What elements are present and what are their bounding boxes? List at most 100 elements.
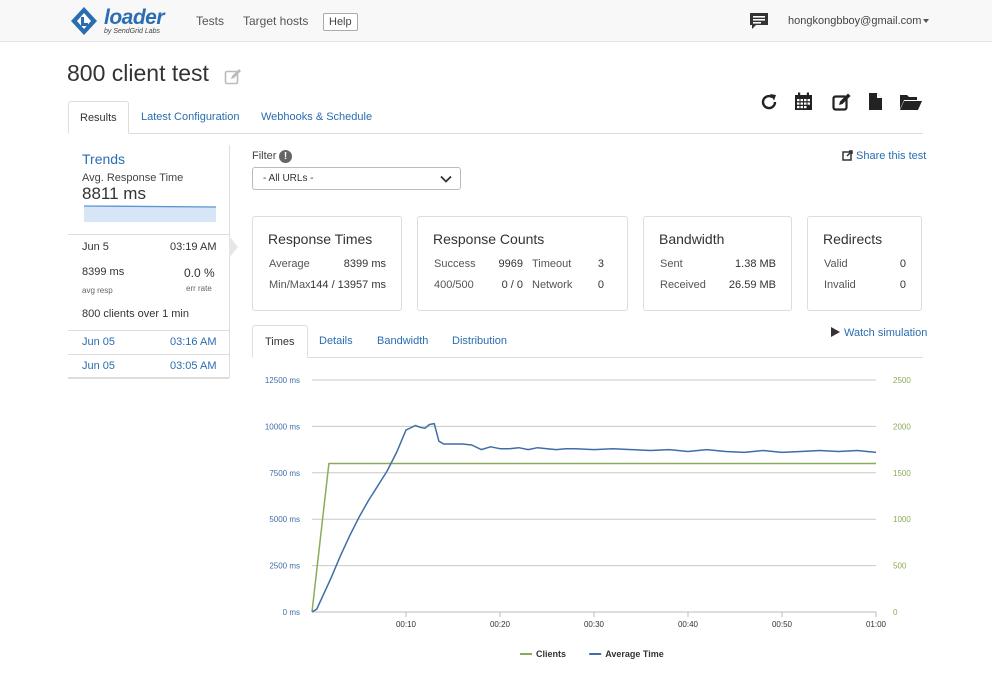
- nav-target-hosts[interactable]: Target hosts: [243, 14, 308, 28]
- stat-value: 0 / 0: [501, 279, 523, 291]
- y-left-tick-label: 0 ms: [283, 608, 300, 617]
- x-tick-label: 01:00: [866, 620, 887, 629]
- bandwidth-box: Bandwidth Sent 1.38 MB Received 26.59 MB: [643, 216, 792, 311]
- stat-label: 400/500: [434, 279, 474, 291]
- stat-value: 0: [899, 258, 906, 270]
- tab-latest-configuration[interactable]: Latest Configuration: [130, 101, 250, 134]
- run-time: 03:16 AM: [170, 336, 217, 348]
- trends-subtitle: Avg. Response Time: [82, 172, 184, 184]
- loader-logo-icon: [71, 7, 97, 35]
- trend-sparkline: [84, 205, 216, 222]
- url-filter-value: - All URLs -: [263, 173, 314, 184]
- brand-subtitle: by SendGrid Labs: [104, 28, 161, 35]
- legend-label: Average Time: [605, 649, 664, 659]
- chevron-down-icon: [923, 19, 930, 24]
- chart-tabs: Times Details Bandwidth Distribution: [252, 325, 923, 358]
- tab-results[interactable]: Results: [68, 101, 129, 134]
- info-icon[interactable]: !: [279, 150, 292, 163]
- tab-distribution[interactable]: Distribution: [440, 325, 519, 358]
- y-left-tick-label: 7500 ms: [269, 469, 300, 478]
- y-left-tick-label: 2500 ms: [269, 562, 300, 571]
- run-date: Jun 05: [82, 360, 116, 372]
- y-right-tick-label: 1000: [893, 515, 911, 524]
- redirects-title: Redirects: [823, 231, 883, 247]
- x-tick-label: 00:40: [678, 620, 699, 629]
- stat-value: 0: [597, 279, 604, 291]
- stat-value: 0: [899, 279, 906, 291]
- response-times-box: Response Times Average 8399 ms Min/Max 1…: [252, 216, 402, 311]
- series-line-clients: [311, 462, 876, 613]
- response-counts-box: Response Counts Success 9969 Timeout 3 4…: [417, 216, 628, 311]
- filter-label: Filter: [252, 150, 277, 162]
- trends-value: 8811 ms: [82, 184, 146, 203]
- stat-label: Invalid: [824, 279, 856, 291]
- response-times-title: Response Times: [268, 231, 373, 247]
- stat-label: Min/Max: [269, 279, 311, 291]
- response-counts-title: Response Counts: [433, 231, 545, 247]
- y-right-tick-label: 1500: [893, 469, 911, 478]
- run-summary: 800 clients over 1 min: [82, 308, 189, 320]
- stat-value: 9969: [498, 258, 523, 270]
- tab-webhooks-schedule[interactable]: Webhooks & Schedule: [250, 101, 383, 134]
- tab-details[interactable]: Details: [307, 325, 365, 358]
- chevron-down-icon: [440, 175, 452, 183]
- page-title: 800 client test: [67, 60, 209, 86]
- y-left-tick-label: 5000 ms: [269, 515, 300, 524]
- response-time-chart: 0 ms 0 2500 ms 500 5000 ms 1000 7500 ms 1500 100…: [265, 376, 911, 659]
- avg-resp-label: avg resp: [82, 286, 113, 295]
- avg-resp-value: 8399 ms: [82, 266, 125, 278]
- run-time: 03:19 AM: [170, 241, 217, 253]
- run-time: 03:05 AM: [170, 360, 217, 372]
- tab-bandwidth[interactable]: Bandwidth: [365, 325, 440, 358]
- run-item[interactable]: Jun 05 03:05 AM: [68, 355, 229, 379]
- run-item[interactable]: Jun 05 03:16 AM: [68, 331, 229, 355]
- stat-label: Network: [532, 279, 573, 291]
- stat-label: Sent: [660, 258, 683, 270]
- stat-value: 8399 ms: [343, 258, 386, 270]
- share-icon: [842, 150, 853, 161]
- run-date: Jun 5: [82, 241, 109, 253]
- bandwidth-title: Bandwidth: [659, 231, 725, 247]
- err-rate-label: err rate: [186, 284, 212, 293]
- trends-title[interactable]: Trends: [82, 151, 125, 167]
- url-filter-select[interactable]: - All URLs -: [252, 167, 461, 190]
- x-tick-label: 00:10: [396, 620, 417, 629]
- x-tick-label: 00:50: [772, 620, 793, 629]
- x-tick-label: 00:30: [584, 620, 605, 629]
- y-right-tick-label: 2500: [893, 376, 911, 385]
- y-left-tick-label: 10000 ms: [265, 422, 300, 431]
- run-item-active[interactable]: Jun 5 03:19 AM 8399 ms avg resp 0.0 % er…: [68, 234, 246, 331]
- selection-arrow: [229, 236, 246, 269]
- y-left-tick-label: 12500 ms: [265, 376, 300, 385]
- y-right-tick-label: 0: [893, 608, 898, 617]
- edit-title-icon[interactable]: [224, 68, 242, 86]
- stat-label: Success: [434, 258, 476, 270]
- main-tabs: Results Latest Configuration Webhooks & …: [68, 101, 923, 134]
- redirects-box: Redirects Valid 0 Invalid 0: [807, 216, 922, 311]
- help-button[interactable]: Help: [323, 13, 358, 31]
- nav-tests[interactable]: Tests: [196, 14, 224, 28]
- legend-label: Clients: [536, 649, 566, 659]
- run-date: Jun 05: [82, 336, 116, 348]
- stat-label: Valid: [824, 258, 848, 270]
- series-line-average-time: [311, 422, 877, 613]
- err-rate-value: 0.0 %: [184, 266, 215, 280]
- stat-value: 26.59 MB: [728, 279, 776, 291]
- brand-name: loader: [104, 6, 165, 29]
- trends-panel: Trends Avg. Response Time 8811 ms Jun 5 …: [68, 145, 246, 379]
- share-test-link[interactable]: Share this test: [842, 150, 926, 162]
- user-email-label: hongkongbboy@gmail.com: [788, 15, 922, 27]
- stat-value: 144 / 13957 ms: [310, 279, 386, 291]
- tab-times[interactable]: Times: [252, 325, 308, 358]
- stat-value: 3: [597, 258, 604, 270]
- stat-label: Timeout: [532, 258, 572, 270]
- chat-icon[interactable]: [749, 12, 769, 30]
- x-tick-label: 00:20: [490, 620, 511, 629]
- stat-label: Average: [269, 258, 310, 270]
- y-right-tick-label: 2000: [893, 422, 911, 431]
- y-right-tick-label: 500: [893, 562, 907, 571]
- share-test-label: Share this test: [856, 150, 927, 162]
- stat-value: 1.38 MB: [735, 258, 776, 270]
- user-menu[interactable]: hongkongbboy@gmail.com: [788, 15, 930, 27]
- brand-logo[interactable]: loader by SendGrid Labs: [68, 4, 168, 38]
